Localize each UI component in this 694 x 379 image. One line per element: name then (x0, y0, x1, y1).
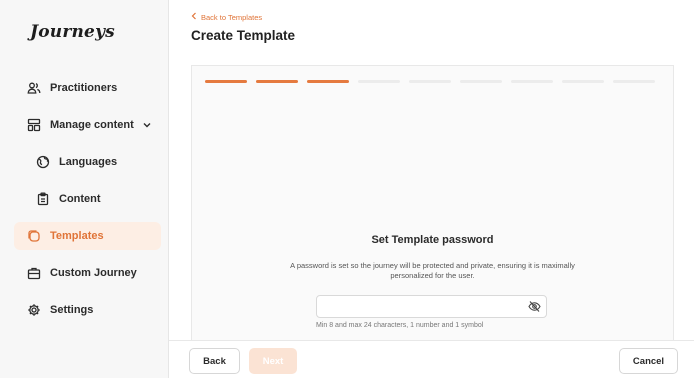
briefcase-icon (27, 266, 41, 280)
globe-icon (36, 155, 50, 169)
back-to-templates-link[interactable]: Back to Templates (191, 12, 262, 22)
layout-icon (27, 118, 41, 132)
sidebar-item-label: Languages (59, 156, 118, 168)
chevron-left-icon (191, 12, 197, 22)
footer-bar: Back Next Cancel (169, 340, 694, 379)
sidebar-item-templates[interactable]: Templates (14, 222, 161, 250)
sidebar-item-practitioners[interactable]: Practitioners (14, 74, 161, 102)
password-field[interactable] (316, 295, 547, 318)
progress-step-pending (460, 80, 502, 83)
app-logo[interactable]: Journeys (30, 22, 115, 42)
password-hint: Min 8 and max 24 characters, 1 number an… (316, 322, 484, 329)
chevron-down-icon[interactable] (142, 120, 152, 130)
progress-step-pending (562, 80, 604, 83)
progress-step-complete (256, 80, 298, 83)
sidebar-item-label: Practitioners (50, 82, 118, 94)
sidebar: Journeys Practitioners Manage content La… (0, 0, 169, 378)
sidebar-item-custom-journey[interactable]: Custom Journey (14, 259, 161, 287)
templates-icon (27, 229, 41, 243)
clipboard-icon (36, 192, 50, 206)
progress-step-pending (511, 80, 553, 83)
progress-step-complete (205, 80, 247, 83)
template-form-card: Set Template password A password is set … (191, 65, 674, 341)
progress-step-pending (409, 80, 451, 83)
sidebar-item-label: Custom Journey (50, 267, 137, 279)
sidebar-item-label: Templates (50, 230, 104, 242)
progress-step-pending (358, 80, 400, 83)
back-button[interactable]: Back (189, 348, 240, 374)
cancel-button[interactable]: Cancel (619, 348, 678, 374)
sidebar-item-manage-content[interactable]: Manage content (14, 111, 161, 139)
users-icon (27, 81, 41, 95)
sidebar-item-label: Settings (50, 304, 94, 316)
progress-step-pending (613, 80, 655, 83)
back-link-label: Back to Templates (201, 12, 263, 22)
form-description: A password is set so the journey will be… (290, 261, 575, 280)
sidebar-item-label: Content (59, 193, 101, 205)
sidebar-item-label: Manage content (50, 119, 134, 131)
next-button[interactable]: Next (249, 348, 297, 374)
form-title: Set Template password (371, 234, 494, 246)
page-title: Create Template (191, 28, 296, 43)
sidebar-item-content[interactable]: Content (14, 185, 161, 213)
progress-step-complete (307, 80, 349, 83)
gear-icon (27, 303, 41, 317)
sidebar-item-settings[interactable]: Settings (14, 296, 161, 324)
sidebar-item-languages[interactable]: Languages (14, 148, 161, 176)
step-progress (205, 80, 655, 83)
eye-off-icon[interactable] (528, 300, 541, 313)
